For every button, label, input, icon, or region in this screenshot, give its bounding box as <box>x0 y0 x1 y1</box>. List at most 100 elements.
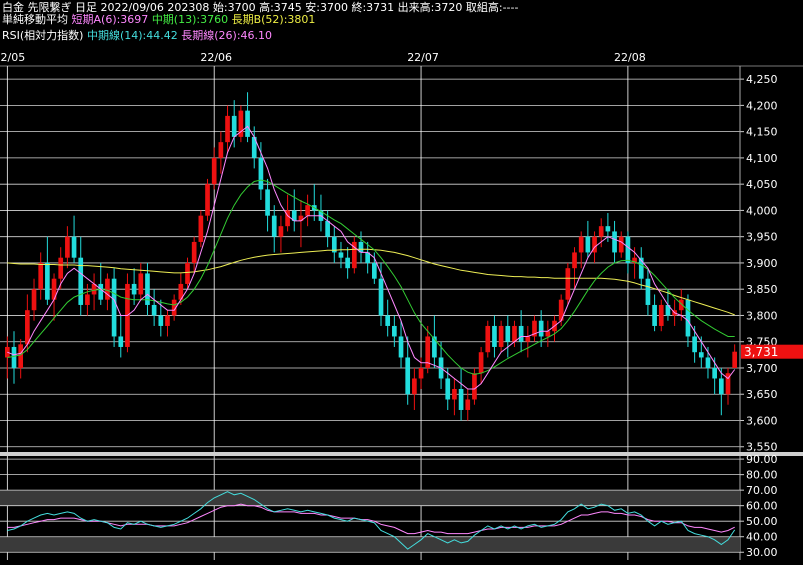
candle-body <box>392 325 397 337</box>
rsi-long-line <box>7 503 735 535</box>
candle-body <box>85 294 90 305</box>
candle-body <box>625 236 631 263</box>
candle-body <box>572 252 577 269</box>
rsi-tick-label: 60.00 <box>746 500 778 513</box>
rsi-tick-label: 70.00 <box>746 484 778 497</box>
price-tick-label: 3,600 <box>746 414 778 427</box>
candle-body <box>118 336 124 347</box>
candle-body <box>578 236 584 253</box>
price-tick-label: 4,050 <box>746 178 778 191</box>
candle-body <box>105 278 110 300</box>
price-tick-label: 3,850 <box>746 283 778 296</box>
candle-body <box>38 262 44 290</box>
candle-body <box>505 325 511 342</box>
candle-body <box>705 357 711 368</box>
candle-body <box>338 252 344 258</box>
candle-body <box>111 278 117 337</box>
candle-body <box>325 220 330 237</box>
last-price-label: 3,731 <box>744 345 778 359</box>
candle-body <box>198 215 204 242</box>
candle-body <box>78 257 84 305</box>
candle-body <box>498 325 504 347</box>
price-tick-label: 4,250 <box>746 73 778 86</box>
candle-body <box>258 157 264 190</box>
price-tick-label: 4,000 <box>746 204 778 217</box>
ma-mid-line <box>7 179 735 375</box>
candle-body <box>98 283 104 300</box>
candle-body <box>151 304 157 316</box>
candle-body <box>31 289 37 311</box>
candle-body <box>131 283 137 295</box>
price-tick-label: 3,800 <box>746 309 778 322</box>
candle-body <box>225 115 230 143</box>
candle-body <box>645 278 651 305</box>
price-tick-label: 3,900 <box>746 257 778 270</box>
price-tick-label: 3,550 <box>746 441 778 454</box>
candle-body <box>472 373 477 400</box>
candle-body <box>418 367 424 379</box>
price-chart[interactable]: 22/0522/0622/0722/0822/093,5503,6003,650… <box>0 0 803 565</box>
candle-body <box>545 331 551 337</box>
candle-body <box>278 226 284 237</box>
candle-body <box>405 357 411 395</box>
candle-body <box>718 378 724 395</box>
candle-body <box>305 205 310 216</box>
candle-body <box>692 336 697 353</box>
rsi-band <box>0 536 740 553</box>
candle-body <box>191 241 197 263</box>
candle-body <box>245 110 250 137</box>
price-tick-label: 4,100 <box>746 152 778 165</box>
candle-body <box>612 231 617 253</box>
candle-body <box>492 325 497 347</box>
rsi-tick-label: 40.00 <box>746 531 778 544</box>
candle-body <box>211 157 217 185</box>
candle-body <box>732 351 737 368</box>
candle-body <box>185 262 190 284</box>
rsi-tick-label: 90.00 <box>746 453 778 466</box>
candle-body <box>565 268 571 300</box>
candle-body <box>658 304 664 326</box>
x-tick-label: 22/07 <box>407 51 439 64</box>
x-tick-label: 22/06 <box>200 51 232 64</box>
candle-body <box>11 346 17 368</box>
candle-body <box>525 336 531 342</box>
candle-body <box>271 215 277 237</box>
candle-body <box>458 388 464 410</box>
candle-body <box>585 236 591 253</box>
candle-body <box>478 352 484 374</box>
date-bar <box>0 48 803 66</box>
candle-body <box>712 367 717 379</box>
price-tick-label: 3,700 <box>746 362 778 375</box>
candle-body <box>538 320 544 337</box>
candle-body <box>138 273 144 295</box>
candle-body <box>231 115 237 137</box>
candle-body <box>165 315 170 326</box>
candle-body <box>378 278 384 316</box>
candle-body <box>445 378 451 400</box>
candle-body <box>372 262 377 279</box>
x-tick-label: 22/08 <box>614 51 646 64</box>
rsi-tick-label: 30.00 <box>746 546 778 559</box>
price-tick-label: 4,150 <box>746 126 778 139</box>
candle-body <box>65 236 70 258</box>
candle-body <box>452 388 457 400</box>
candle-body <box>58 257 64 279</box>
candle-body <box>398 336 404 358</box>
pane-separator <box>0 452 803 456</box>
rsi-tick-label: 50.00 <box>746 515 778 528</box>
candle-body <box>18 344 24 368</box>
candle-body <box>652 304 657 326</box>
candle-body <box>618 236 624 253</box>
rsi-tick-label: 80.00 <box>746 469 778 482</box>
candle-body <box>598 226 604 237</box>
candle-body <box>485 325 491 353</box>
candle-body <box>512 325 517 342</box>
candle-body <box>685 299 691 337</box>
candle-body <box>518 325 524 342</box>
candle-body <box>218 142 224 158</box>
rsi-band <box>0 490 740 506</box>
candle-body <box>698 352 704 358</box>
price-tick-label: 4,200 <box>746 99 778 112</box>
candle-body <box>385 315 391 326</box>
candle-body <box>265 189 270 216</box>
